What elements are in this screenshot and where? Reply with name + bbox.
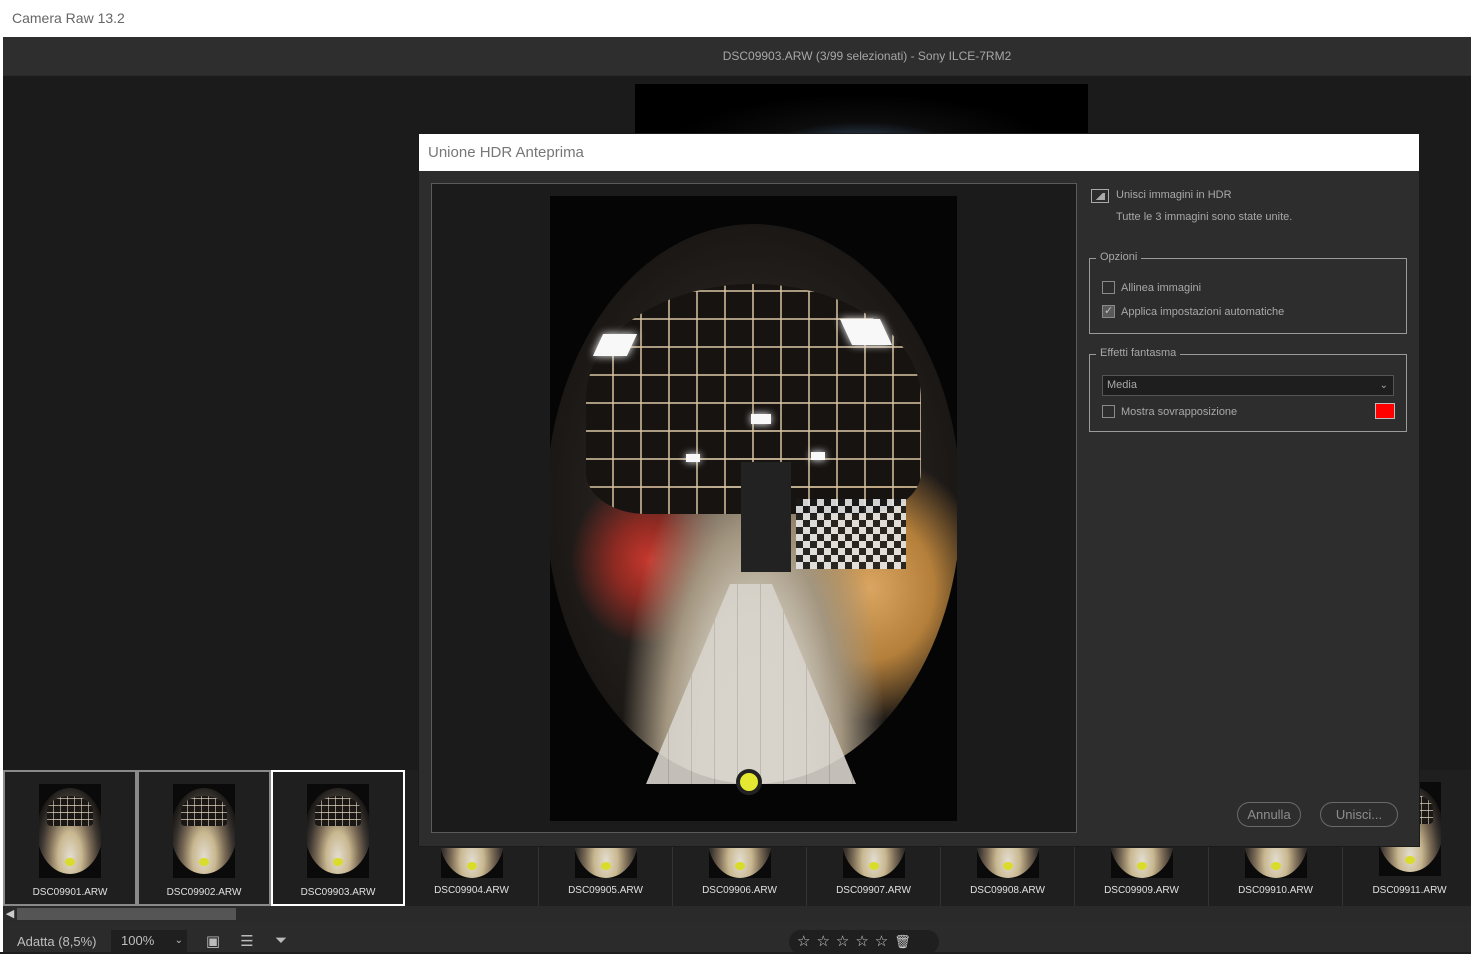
thumbnail-image [173, 784, 235, 878]
thumbnail-label: DSC09905.ARW [568, 885, 643, 896]
thumbnail-image [708, 848, 771, 878]
checkered-wall [796, 499, 906, 569]
filmstrip-scrollbar[interactable]: ◀ [3, 906, 1471, 922]
sort-icon[interactable]: ☰ [237, 932, 257, 950]
thumbnail-label: DSC09909.ARW [1104, 885, 1179, 896]
scrollbar-thumb[interactable] [17, 908, 236, 920]
filmstrip-thumbnail[interactable]: DSC09903.ARW [271, 770, 405, 906]
show-overlay-checkbox[interactable] [1102, 404, 1115, 418]
trash-icon[interactable]: 🗑 [894, 934, 911, 949]
fit-zoom-label[interactable]: Adatta (8,5%) [17, 934, 97, 949]
scroll-left-icon[interactable]: ◀ [3, 906, 17, 922]
image-icon [1091, 189, 1109, 203]
thumbnail-image [1110, 848, 1173, 878]
tripod-level [736, 769, 762, 795]
deghost-value: Media [1107, 379, 1137, 391]
compare-icon[interactable]: ▣ [203, 932, 223, 950]
tiled-floor [646, 584, 856, 784]
show-overlay-label: Mostra sovrapposizione [1121, 406, 1238, 418]
auto-settings-option[interactable]: Applica impostazioni automatiche [1102, 304, 1285, 321]
filmstrip-thumbnail[interactable]: DSC09902.ARW [137, 770, 271, 906]
rating-stars[interactable]: ☆☆☆☆☆ [797, 933, 894, 950]
window-title: Camera Raw 13.2 [3, 0, 1471, 37]
bottom-toolbar: Adatta (8,5%) 100% ⌄ ▣ ☰ ⏷ ☆☆☆☆☆🗑 [3, 922, 1471, 954]
thumbnail-label: DSC09901.ARW [32, 887, 108, 898]
auto-settings-checkbox[interactable] [1102, 304, 1115, 318]
ceiling-light [686, 454, 700, 462]
hdr-preview-image [550, 196, 957, 821]
merge-info-subtitle: Tutte le 3 immagini sono state unite. [1116, 211, 1293, 223]
thumbnail-label: DSC09907.ARW [836, 885, 911, 896]
dialog-title: Unione HDR Anteprima [419, 134, 1419, 171]
hdr-merge-dialog: Unione HDR Anteprima Unisci immagini in … [419, 134, 1419, 846]
star-rating[interactable]: ☆☆☆☆☆🗑 [789, 930, 939, 954]
chevron-down-icon: ⌄ [1379, 380, 1388, 391]
zoom-select[interactable]: 100% ⌄ [111, 930, 187, 952]
thumbnail-label: DSC09911.ARW [1372, 885, 1447, 896]
store-sign-panel [741, 462, 791, 572]
ceiling-light [811, 452, 825, 460]
filter-icon[interactable]: ⏷ [271, 932, 291, 950]
thumbnail-label: DSC09908.ARW [970, 885, 1045, 896]
zoom-value: 100% [121, 933, 155, 948]
cancel-button[interactable]: Annulla [1237, 802, 1301, 827]
thumbnail-image [574, 848, 637, 878]
auto-settings-label: Applica impostazioni automatiche [1121, 306, 1285, 318]
options-legend: Opzioni [1096, 251, 1142, 263]
overlay-color-swatch[interactable] [1375, 403, 1395, 419]
thumbnail-label: DSC09904.ARW [434, 885, 509, 896]
file-info-header: DSC09903.ARW (3/99 selezionati) - Sony I… [3, 37, 1471, 75]
show-overlay-option[interactable]: Mostra sovrapposizione [1102, 404, 1238, 421]
filmstrip-thumbnail[interactable]: DSC09901.ARW [3, 770, 137, 906]
ghost-effects-legend: Effetti fantasma [1096, 347, 1181, 359]
thumbnail-image [976, 848, 1039, 878]
deghost-select[interactable]: Media ⌄ [1102, 375, 1394, 396]
thumbnail-image [1244, 848, 1307, 878]
thumbnail-image [307, 784, 369, 878]
merge-button[interactable]: Unisci... [1320, 802, 1398, 827]
align-images-checkbox[interactable] [1102, 280, 1115, 294]
thumbnail-image [39, 784, 101, 878]
align-images-option[interactable]: Allinea immagini [1102, 280, 1202, 297]
thumbnail-image [440, 848, 503, 878]
ghost-effects-group: Effetti fantasma Media ⌄ Mostra sovrappo… [1089, 347, 1407, 432]
thumbnail-label: DSC09903.ARW [300, 887, 376, 898]
thumbnail-label: DSC09902.ARW [166, 887, 242, 898]
chevron-down-icon: ⌄ [174, 935, 183, 946]
ceiling-light [751, 414, 771, 424]
align-images-label: Allinea immagini [1121, 282, 1202, 294]
thumbnail-label: DSC09906.ARW [702, 885, 777, 896]
thumbnail-label: DSC09910.ARW [1238, 885, 1313, 896]
options-group: Opzioni Allinea immagini Applica imposta… [1089, 251, 1407, 334]
fisheye-scene [550, 224, 957, 795]
preview-frame [431, 183, 1077, 833]
thumbnail-image [842, 848, 905, 878]
merge-info-title: Unisci immagini in HDR [1116, 189, 1232, 201]
